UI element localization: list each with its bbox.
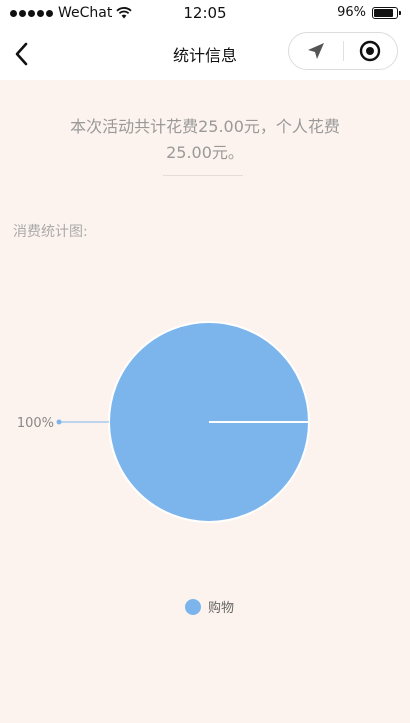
- nav-bar: 统计信息: [0, 28, 410, 80]
- legend-swatch: [185, 599, 201, 615]
- target-circle-icon: [360, 40, 381, 62]
- status-right: 96%: [337, 5, 401, 20]
- chart-heading: 消费统计图:: [13, 224, 88, 240]
- pie-label-dot: [56, 419, 62, 425]
- spending-summary: 本次活动共计花费25.00元，个人花费 25.00元。: [50, 114, 360, 166]
- location-button[interactable]: [289, 33, 343, 69]
- location-arrow-icon: [307, 43, 324, 59]
- battery-icon: [372, 6, 401, 19]
- summary-divider: [163, 175, 243, 176]
- summary-line-1: 本次活动共计花费25.00元，个人花费: [70, 117, 340, 136]
- pie-data-label: 100%: [17, 416, 54, 431]
- close-miniprogram-button[interactable]: [344, 33, 398, 69]
- summary-line-2: 25.00元。: [166, 143, 244, 162]
- battery-fill: [374, 8, 394, 17]
- legend-label: 购物: [208, 600, 234, 616]
- legend-item[interactable]: 购物: [185, 599, 234, 616]
- battery-cap: [399, 10, 401, 15]
- status-bar: WeChat 12:05 96%: [0, 0, 410, 28]
- battery-percent: 96%: [337, 5, 366, 20]
- pie-chart: 100% 购物: [17, 321, 310, 616]
- capsule-menu: [288, 32, 398, 70]
- phone-screen: WeChat 12:05 96% 统计信息 本次活动共计花费25.00元，个人花…: [0, 0, 410, 723]
